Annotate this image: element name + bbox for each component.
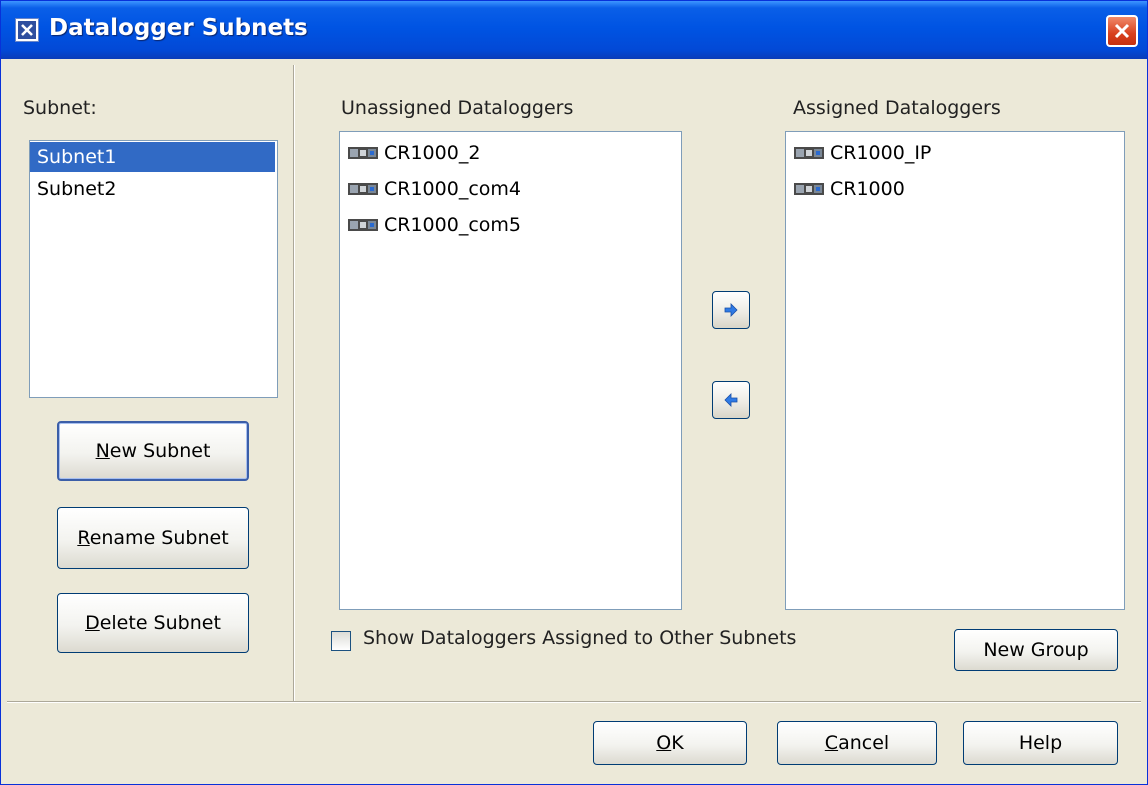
mnemonic-key: D [85,612,100,634]
datalogger-name: CR1000_2 [384,142,481,164]
title-bar[interactable]: Datalogger Subnets [1,1,1147,59]
mnemonic-key: R [77,527,90,549]
button-text: ename Subnet [89,527,229,549]
mnemonic-key: O [656,732,672,754]
datalogger-icon [794,146,824,159]
list-item[interactable]: CR1000_2 [348,136,480,170]
list-item[interactable]: CR1000_IP [794,136,931,170]
subnet-item-1[interactable]: Subnet1 [30,142,275,172]
window-title: Datalogger Subnets [49,15,308,41]
datalogger-name: CR1000_com5 [384,214,521,236]
button-text: ew Subnet [109,440,211,462]
cancel-button-label: Cancel [778,732,936,754]
datalogger-name: CR1000_com4 [384,178,521,200]
datalogger-name: CR1000_IP [830,142,932,164]
vertical-divider [293,65,295,701]
new-subnet-button[interactable]: New Subnet [57,421,249,481]
assigned-list[interactable]: CR1000_IP CR1000 [785,131,1125,610]
arrow-right-icon [724,303,738,317]
cancel-button[interactable]: Cancel [777,721,937,765]
new-group-button-label: New Group [983,639,1089,661]
mnemonic-key: C [824,732,839,754]
delete-subnet-button[interactable]: Delete Subnet [57,593,249,653]
subnet-item-label: Subnet1 [37,146,117,168]
show-other-checkbox[interactable] [331,631,351,651]
subnet-item-label: Subnet2 [37,178,117,200]
dialog-window: Datalogger Subnets Subnet: Subnet1 Subne… [0,0,1148,785]
help-button[interactable]: Help [963,721,1118,765]
list-item[interactable]: CR1000_com5 [348,208,521,242]
ok-button[interactable]: OK [593,721,747,765]
dialog-content: Subnet: Subnet1 Subnet2 New Subnet Renam… [7,59,1141,779]
new-group-button[interactable]: New Group [954,629,1118,671]
unassigned-label: Unassigned Dataloggers [341,97,574,119]
unassign-button[interactable] [712,381,750,419]
unassigned-list[interactable]: CR1000_2 CR1000_com4 CR1000_com5 [339,131,682,610]
subnet-list[interactable]: Subnet1 Subnet2 [29,140,278,398]
datalogger-name: CR1000 [830,178,905,200]
ok-button-label: OK [594,732,746,754]
new-subnet-button-label: New Subnet [59,440,247,462]
subnet-label: Subnet: [23,97,97,119]
close-x-icon [1114,23,1130,39]
subnet-item-2[interactable]: Subnet2 [30,174,275,204]
button-text: ancel [838,732,890,754]
list-item[interactable]: CR1000_com4 [348,172,521,206]
horizontal-divider [7,701,1141,703]
show-other-checkbox-label[interactable]: Show Dataloggers Assigned to Other Subne… [363,627,863,649]
app-x-icon [15,18,39,42]
assigned-label: Assigned Dataloggers [793,97,1001,119]
list-item[interactable]: CR1000 [794,172,905,206]
assign-button[interactable] [712,291,750,329]
delete-subnet-button-label: Delete Subnet [58,612,248,634]
close-button[interactable] [1106,15,1138,47]
datalogger-icon [348,182,378,195]
button-text: K [671,732,684,754]
datalogger-icon [348,146,378,159]
rename-subnet-button[interactable]: Rename Subnet [57,507,249,569]
datalogger-icon [348,218,378,231]
datalogger-icon [794,182,824,195]
arrow-left-icon [724,393,738,407]
help-button-label: Help [1018,732,1063,754]
mnemonic-key: N [95,440,110,462]
button-text: elete Subnet [99,612,221,634]
rename-subnet-button-label: Rename Subnet [58,527,248,549]
